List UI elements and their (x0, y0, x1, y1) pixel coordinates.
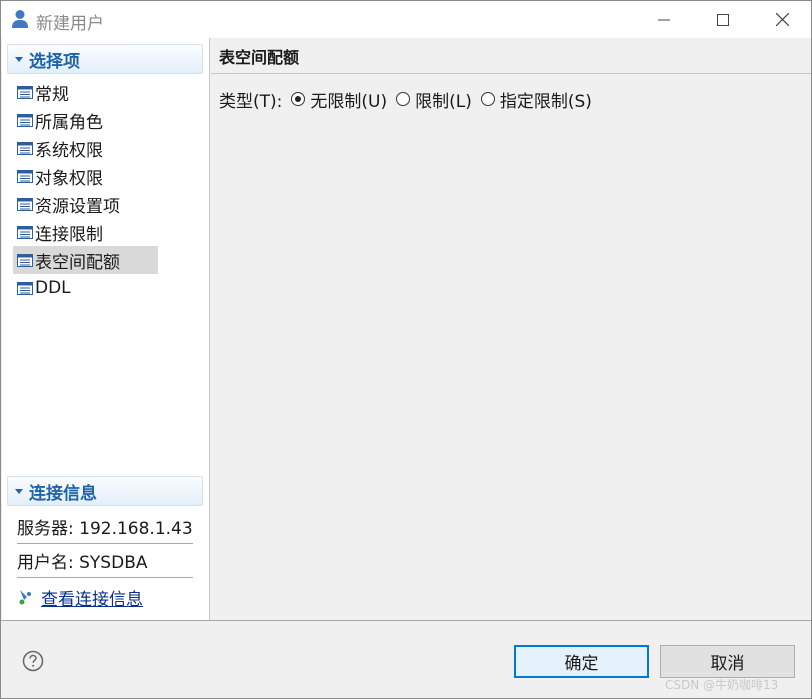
nav-item-label: DDL (35, 278, 71, 298)
options-section-title: 选择项 (29, 51, 80, 72)
nav-item-label: 所属角色 (35, 112, 103, 133)
radio-label: 指定限制(S) (499, 91, 592, 112)
nav-item-label: 对象权限 (35, 168, 103, 189)
page-icon (17, 225, 33, 239)
view-connection-link[interactable]: 查看连接信息 (41, 585, 143, 610)
page-icon (17, 281, 33, 295)
dialog-footer: 确定 取消 CSDN @牛奶咖啡13 (1, 620, 811, 698)
server-info: 服务器: 192.168.1.43 (17, 510, 193, 544)
nav-item-object-privileges[interactable]: 对象权限 (13, 162, 203, 190)
radio-specified-limit[interactable]: 指定限制(S) (480, 87, 592, 112)
quota-type-label: 类型(T): (219, 91, 283, 112)
radio-label: 无限制(U) (310, 91, 388, 112)
nav-item-resource-settings[interactable]: 资源设置项 (13, 190, 203, 218)
nav-item-system-privileges[interactable]: 系统权限 (13, 134, 203, 162)
content-panel: 表空间配额 类型(T): 无限制(U) 限制(L) 指定限制(S) (211, 38, 811, 620)
nav-item-tablespace-quota[interactable]: 表空间配额 (13, 246, 158, 274)
view-connection-row: 查看连接信息 (17, 583, 143, 611)
close-icon (775, 13, 789, 26)
ok-button[interactable]: 确定 (514, 645, 649, 678)
radio-label: 限制(L) (415, 91, 472, 112)
page-icon (17, 85, 33, 99)
collapse-arrow-icon (15, 56, 23, 62)
nav-item-roles[interactable]: 所属角色 (13, 106, 203, 134)
nav-item-label: 常规 (35, 84, 69, 105)
options-section-header[interactable]: 选择项 (7, 44, 203, 74)
page-icon (17, 141, 33, 155)
page-icon (17, 113, 33, 127)
page-icon (17, 169, 33, 183)
radio-unchecked-icon (396, 92, 411, 106)
nav-item-label: 连接限制 (35, 224, 103, 245)
radio-checked-icon (291, 92, 306, 106)
connection-section-header[interactable]: 连接信息 (7, 476, 203, 506)
nav-item-label: 系统权限 (35, 140, 103, 161)
maximize-icon (717, 13, 729, 26)
quota-type-row: 类型(T): 无限制(U) 限制(L) 指定限制(S) (219, 86, 592, 112)
nav-item-connection-limits[interactable]: 连接限制 (13, 218, 203, 246)
radio-unlimited[interactable]: 无限制(U) (291, 87, 387, 112)
maximize-button[interactable] (694, 1, 752, 38)
window-title: 新建用户 (36, 14, 104, 34)
title-bar: 新建用户 (1, 1, 811, 38)
user-icon (12, 10, 28, 28)
page-icon (17, 197, 33, 211)
username-info: 用户名: SYSDBA (17, 544, 193, 578)
left-panel: 选择项 常规 所属角色 系统权限 对象权限 资源设置项 连接限制 表空间配额 D… (2, 38, 210, 620)
dialog-window: 新建用户 选择项 常规 所属角色 系统权限 对象权限 资源设置项 连接限制 表空… (0, 0, 812, 699)
radio-limited[interactable]: 限制(L) (396, 87, 472, 112)
nav-list: 常规 所属角色 系统权限 对象权限 资源设置项 连接限制 表空间配额 DDL (13, 78, 203, 302)
page-title: 表空间配额 (211, 38, 811, 74)
minimize-button[interactable] (635, 1, 693, 38)
close-button[interactable] (753, 1, 811, 38)
minimize-icon (658, 19, 670, 20)
radio-unchecked-icon (480, 92, 495, 106)
nav-item-label: 资源设置项 (35, 196, 120, 217)
connection-section-title: 连接信息 (29, 483, 97, 504)
page-icon (17, 253, 33, 267)
nav-item-general[interactable]: 常规 (13, 78, 203, 106)
help-icon[interactable] (22, 650, 44, 672)
connection-icon (19, 590, 31, 605)
cancel-button[interactable]: 取消 (660, 645, 795, 678)
collapse-arrow-icon (15, 488, 23, 494)
nav-item-ddl[interactable]: DDL (13, 274, 203, 302)
watermark: CSDN @牛奶咖啡13 (665, 678, 779, 692)
nav-item-label: 表空间配额 (35, 252, 120, 273)
